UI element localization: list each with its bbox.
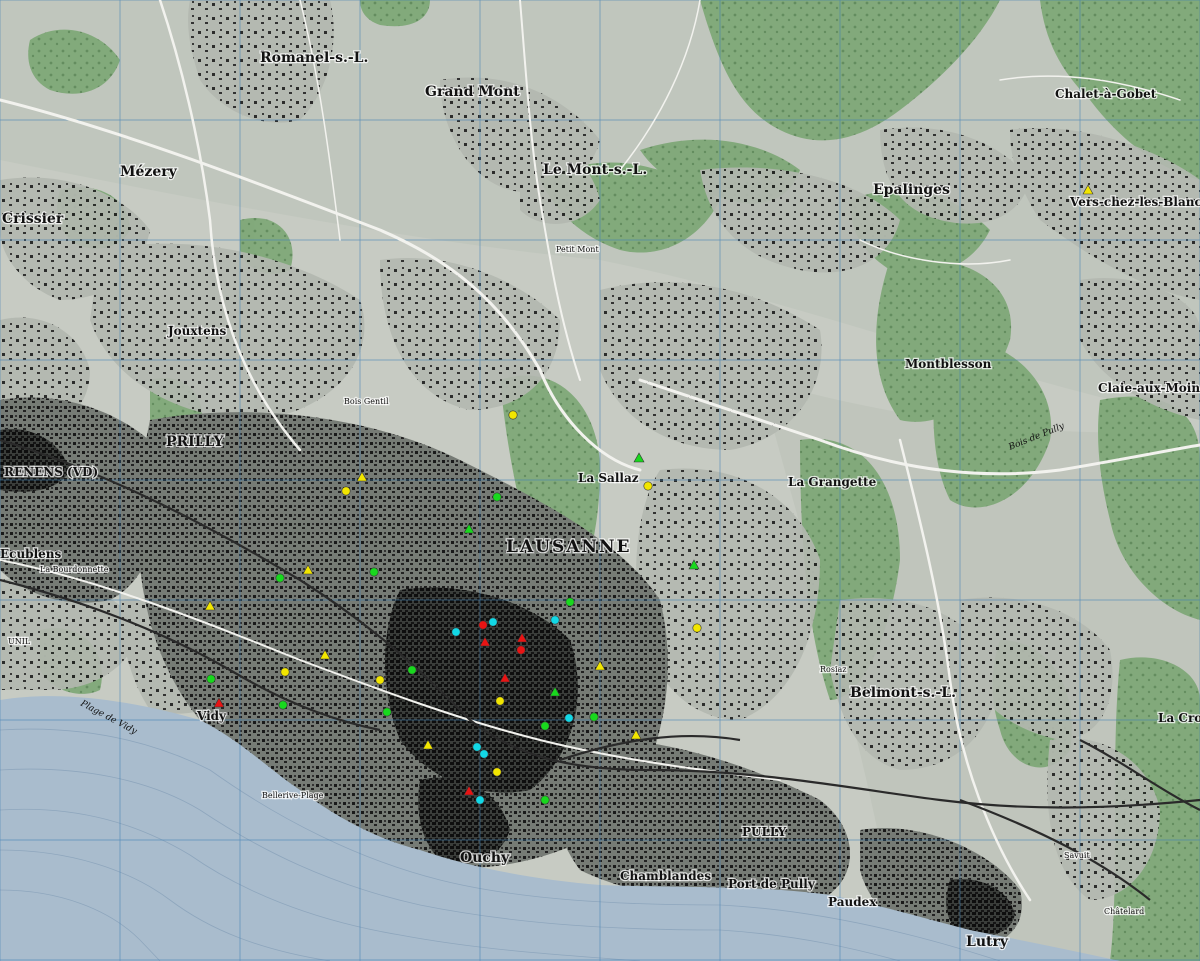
map-canvas[interactable]: LAUSANNE Romanel-s.-L. Le Mont-s.-L. Gra… xyxy=(0,0,1200,961)
map-marker[interactable] xyxy=(540,795,550,805)
map-marker[interactable] xyxy=(564,713,574,723)
label-epalinges: Epalinges xyxy=(873,182,950,198)
map-marker[interactable] xyxy=(278,700,288,710)
label-ecublens: Ecublens xyxy=(0,547,61,561)
label-la-croix: La Croix xyxy=(1158,711,1200,725)
map-marker[interactable] xyxy=(375,675,385,685)
map-marker[interactable] xyxy=(492,767,502,777)
map-marker[interactable] xyxy=(565,597,575,607)
map-marker[interactable] xyxy=(540,721,550,731)
label-unil: UNIL xyxy=(8,637,31,646)
label-bois-gentil: Bois Gentil xyxy=(344,397,389,406)
map-marker[interactable] xyxy=(550,615,560,625)
label-paudex: Paudex xyxy=(828,895,877,909)
map-marker[interactable] xyxy=(341,486,351,496)
map-marker[interactable] xyxy=(478,620,488,630)
label-rosiaz: Rosiaz xyxy=(820,665,847,674)
label-la-grangette: La Grangette xyxy=(788,475,877,489)
map-marker[interactable] xyxy=(475,795,485,805)
label-renens: RENENS (VD) xyxy=(4,465,98,479)
label-lausanne: LAUSANNE xyxy=(506,537,631,557)
label-ouchy: Ouchy xyxy=(460,850,510,866)
label-pully: PULLY xyxy=(742,825,787,839)
label-romanel: Romanel-s.-L. xyxy=(260,50,368,66)
label-chatelard: Châtelard xyxy=(1104,907,1144,916)
label-vidy: Vidy xyxy=(196,709,227,723)
map-marker[interactable] xyxy=(382,707,392,717)
label-bellerive: Bellerive-Plage xyxy=(262,791,324,800)
label-la-sallaz: La Sallaz xyxy=(578,471,639,485)
map-marker[interactable] xyxy=(407,665,417,675)
label-prilly: PRILLY xyxy=(166,434,225,450)
label-belmont: Belmont-s.-L. xyxy=(850,685,956,701)
map-marker[interactable] xyxy=(280,667,290,677)
label-petit-mont: Petit Mont xyxy=(556,245,599,254)
label-lutry: Lutry xyxy=(966,934,1009,950)
map-marker[interactable] xyxy=(643,481,653,491)
map-marker[interactable] xyxy=(479,749,489,759)
label-chamblandes: Chamblandes xyxy=(620,869,711,883)
map-marker[interactable] xyxy=(589,712,599,722)
map-marker[interactable] xyxy=(451,627,461,637)
map-marker[interactable] xyxy=(508,410,518,420)
label-crissier: Crissier xyxy=(2,211,64,227)
map-marker[interactable] xyxy=(692,623,702,633)
label-savuit: Savuit xyxy=(1064,851,1090,860)
label-grand-mont: Grand Mont xyxy=(425,84,520,100)
label-la-bourdonnette: La Bourdonnette xyxy=(40,565,109,574)
map-marker[interactable] xyxy=(495,696,505,706)
label-port-de-pully: Port de Pully xyxy=(728,877,816,891)
label-le-mont: Le Mont-s.-L. xyxy=(543,162,647,178)
map-marker[interactable] xyxy=(275,573,285,583)
map-marker[interactable] xyxy=(516,645,526,655)
topographic-map[interactable]: LAUSANNE Romanel-s.-L. Le Mont-s.-L. Gra… xyxy=(0,0,1200,961)
label-mezery: Mézery xyxy=(120,164,178,180)
map-marker[interactable] xyxy=(206,674,216,684)
map-marker[interactable] xyxy=(369,567,379,577)
map-marker[interactable] xyxy=(488,617,498,627)
label-chalet-a-gobet: Chalet-à-Gobet xyxy=(1055,87,1157,101)
label-claie-aux-moines: Claie-aux-Moines xyxy=(1098,381,1200,395)
label-jouxtens: Jouxtens xyxy=(167,324,226,338)
map-marker[interactable] xyxy=(472,742,482,752)
label-montblesson: Montblesson xyxy=(905,357,992,371)
label-vers-chez-les-blanc: Vers-chez-les-Blanc xyxy=(1069,195,1200,209)
map-marker[interactable] xyxy=(492,492,502,502)
